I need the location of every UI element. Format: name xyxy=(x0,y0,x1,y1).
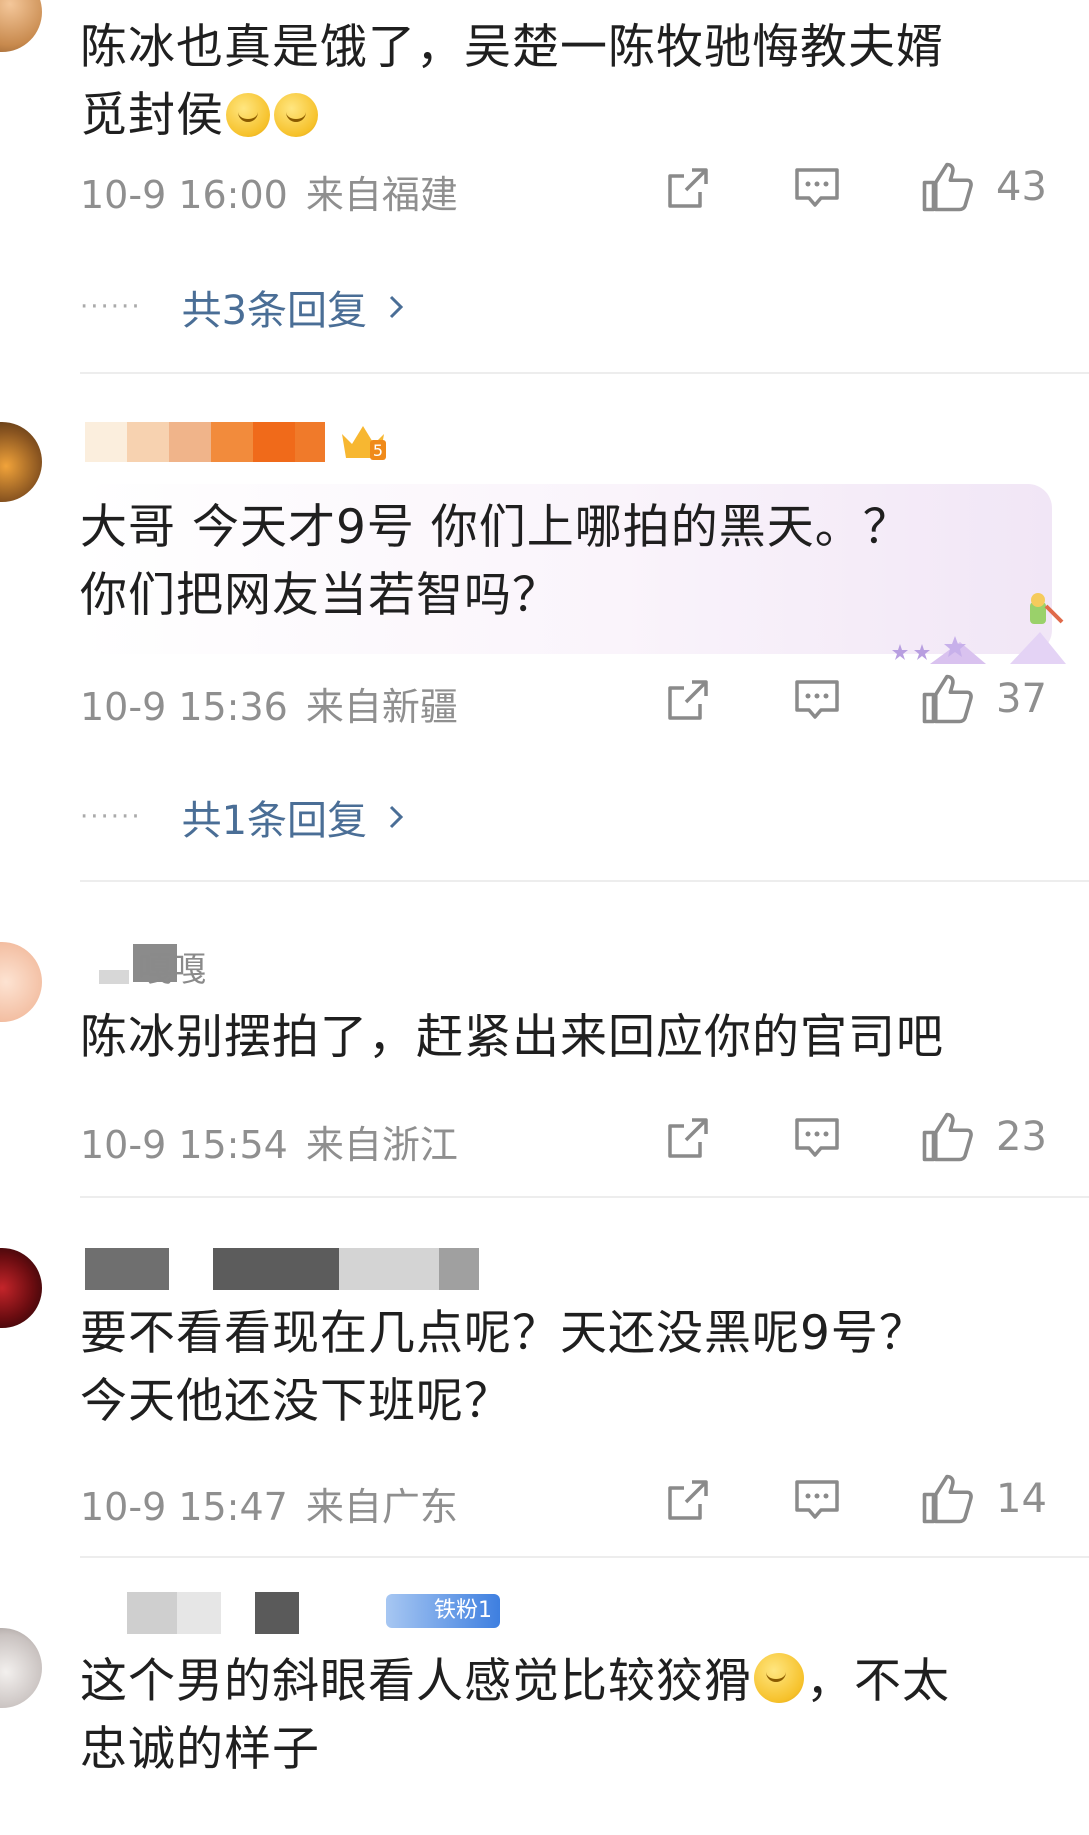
like-count: 23 xyxy=(996,1114,1047,1160)
thumbs-up-icon[interactable] xyxy=(920,672,974,726)
avatar[interactable] xyxy=(0,1248,42,1328)
comment-item: 铁粉1 这个男的斜眼看人感觉比较狡猾 ，不太 忠诚的样子 xyxy=(0,1556,1089,1835)
comment-item: 陈冰也真是饿了，吴楚一陈牧驰悔教夫婿 觅封侯 10-9 16:00 来自福建 43… xyxy=(0,0,1089,334)
comment-icon[interactable] xyxy=(793,164,841,212)
comment-text: 大哥 今天才9号 你们上哪拍的黑天。？ 你们把网友当若智吗？ xyxy=(80,500,911,623)
share-icon[interactable] xyxy=(664,164,712,212)
comment-text: 陈冰别摆拍了，赶紧出来回应你的官司吧 xyxy=(80,1010,944,1065)
comment-date: 10-9 15:47 xyxy=(80,1485,288,1529)
username-blurred[interactable] xyxy=(85,422,325,462)
like-count: 43 xyxy=(996,164,1047,210)
replies-label: 共3条回复 xyxy=(181,288,368,334)
thumbs-up-icon[interactable] xyxy=(920,1110,974,1164)
chevron-right-icon xyxy=(389,805,404,829)
crying-laughing-emoji-icon xyxy=(754,1653,804,1703)
svg-text:5: 5 xyxy=(373,441,383,460)
vip-crown-icon: 5 xyxy=(342,426,386,460)
chevron-right-icon xyxy=(389,295,404,319)
fan-badge-label: 铁粉1 xyxy=(434,1598,492,1623)
comment-icon[interactable] xyxy=(793,1476,841,1524)
comment-text: 陈冰也真是饿了，吴楚一陈牧驰悔教夫婿 觅封侯 xyxy=(80,20,944,143)
comment-date: 10-9 16:00 xyxy=(80,173,288,217)
username-blurred[interactable] xyxy=(85,1592,305,1634)
comment-meta: 10-9 15:54 来自浙江 xyxy=(80,1114,458,1169)
like-count: 14 xyxy=(996,1476,1047,1522)
like-count: 37 xyxy=(996,676,1047,722)
thumbs-up-icon[interactable] xyxy=(920,160,974,214)
avatar[interactable] xyxy=(0,1628,42,1708)
comment-item: 5 大哥 今天才9号 你们上哪拍的黑天。？ 你们把网友当若智吗？ 10-9 15… xyxy=(0,372,1089,880)
comment-item: 要不看看现在几点呢？天还没黑呢9号？ 今天他还没下班呢？ 10-9 15:47 来… xyxy=(0,1196,1089,1556)
comment-location: 来自福建 xyxy=(305,173,458,217)
view-replies-link[interactable]: ······ 共1条回复 xyxy=(80,788,407,846)
share-icon[interactable] xyxy=(664,676,712,724)
thinking-emoji-icon xyxy=(274,93,318,137)
comment-text: 要不看看现在几点呢？天还没黑呢9号？ 今天他还没下班呢？ xyxy=(80,1306,927,1429)
thumbs-up-icon[interactable] xyxy=(920,1472,974,1526)
fan-badge: 铁粉1 xyxy=(386,1594,500,1628)
comment-icon[interactable] xyxy=(793,1114,841,1162)
avatar[interactable] xyxy=(0,942,42,1022)
ellipsis-decoration: ······ xyxy=(80,292,142,322)
comment-meta: 10-9 15:36 来自新疆 xyxy=(80,676,458,731)
thinking-emoji-icon xyxy=(226,93,270,137)
username-blurred[interactable] xyxy=(85,1248,505,1290)
username-partial: 嘎嘎 xyxy=(138,950,206,990)
view-replies-link[interactable]: ······ 共3条回复 xyxy=(80,278,407,336)
comment-date: 10-9 15:36 xyxy=(80,685,288,729)
comment-location: 来自浙江 xyxy=(305,1123,458,1167)
comment-item: 嘎嘎 陈冰别摆拍了，赶紧出来回应你的官司吧 10-9 15:54 来自浙江 23 xyxy=(0,880,1089,1196)
comment-meta: 10-9 15:47 来自广东 xyxy=(80,1476,458,1531)
share-icon[interactable] xyxy=(664,1476,712,1524)
comment-meta: 10-9 16:00 来自福建 xyxy=(80,164,458,219)
comment-icon[interactable] xyxy=(793,676,841,724)
avatar[interactable] xyxy=(0,422,42,502)
avatar[interactable] xyxy=(0,0,42,52)
comment-location: 来自广东 xyxy=(305,1485,458,1529)
comment-location: 来自新疆 xyxy=(305,685,458,729)
comment-date: 10-9 15:54 xyxy=(80,1123,288,1167)
ellipsis-decoration: ······ xyxy=(80,802,142,832)
comment-text: 这个男的斜眼看人感觉比较狡猾 ，不太 忠诚的样子 xyxy=(80,1653,950,1777)
share-icon[interactable] xyxy=(664,1114,712,1162)
replies-label: 共1条回复 xyxy=(181,798,368,844)
